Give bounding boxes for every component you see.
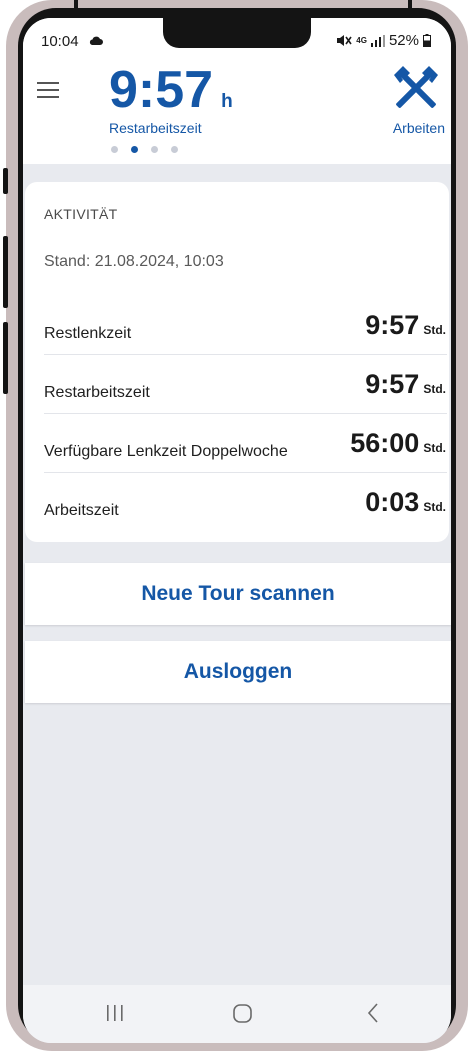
scan-tour-button[interactable]: Neue Tour scannen (25, 563, 451, 625)
page-dot[interactable] (171, 146, 178, 153)
row-value: 9:57 Std. (365, 369, 446, 400)
row-unit: Std. (423, 382, 446, 396)
row-label: Restarbeitszeit (44, 384, 150, 401)
side-button (3, 322, 8, 394)
recent-apps-icon (107, 1005, 123, 1021)
home-button[interactable] (222, 999, 262, 1027)
row-unit: Std. (423, 441, 446, 455)
row-value: 0:03 Std. (365, 487, 446, 518)
phone-screen: 10:04 4G 52% 9:57 h Restarbeitszeit Arbe… (23, 18, 451, 1043)
row-value: 56:00 Std. (350, 428, 446, 459)
page-indicator (111, 146, 178, 153)
cloud-icon (89, 36, 103, 45)
page-dot[interactable] (111, 146, 118, 153)
mute-icon (337, 35, 352, 46)
row-number: 0:03 (365, 487, 420, 517)
side-button (3, 168, 8, 194)
row-value: 9:57 Std. (365, 310, 446, 341)
system-nav-bar (23, 985, 451, 1043)
page-dot[interactable] (151, 146, 158, 153)
scan-tour-label: Neue Tour scannen (141, 582, 335, 605)
activity-row: Restlenkzeit 9:57 Std. (44, 296, 447, 355)
activity-row: Verfügbare Lenkzeit Doppelwoche 56:00 St… (44, 414, 447, 473)
remaining-time-label: Restarbeitszeit (109, 120, 202, 136)
remaining-time-display: 9:57 h (109, 60, 233, 120)
row-number: 9:57 (365, 369, 420, 399)
network-type: 4G (356, 35, 367, 45)
back-button[interactable] (353, 999, 393, 1027)
app-header: 9:57 h Restarbeitszeit Arbeiten (23, 60, 451, 164)
battery-percent: 52% (388, 32, 419, 49)
row-label: Verfügbare Lenkzeit Doppelwoche (44, 443, 288, 460)
row-label: Arbeitszeit (44, 502, 119, 519)
work-label: Arbeiten (392, 120, 445, 136)
recent-apps-button[interactable] (95, 999, 135, 1027)
activity-row: Restarbeitszeit 9:57 Std. (44, 355, 447, 414)
menu-icon[interactable] (37, 82, 59, 100)
side-button (3, 236, 8, 308)
row-label: Restlenkzeit (44, 325, 132, 342)
crossed-hammers-icon (394, 66, 438, 108)
home-icon (233, 1004, 252, 1023)
row-number: 56:00 (350, 428, 420, 458)
card-title: AKTIVITÄT (44, 206, 118, 222)
status-time: 10:04 (41, 33, 79, 50)
back-icon (367, 1003, 378, 1023)
row-number: 9:57 (365, 310, 420, 340)
activity-rows: Restlenkzeit 9:57 Std. Restarbeitszeit 9… (44, 296, 447, 531)
logout-button[interactable]: Ausloggen (25, 641, 451, 703)
activity-card: AKTIVITÄT Stand: 21.08.2024, 10:03 Restl… (25, 182, 449, 542)
activity-row: Arbeitszeit 0:03 Std. (44, 473, 447, 531)
row-unit: Std. (423, 323, 446, 337)
battery-icon (423, 34, 431, 47)
row-unit: Std. (423, 500, 446, 514)
work-button[interactable]: Arbeiten (377, 60, 447, 138)
logout-label: Ausloggen (183, 660, 293, 683)
remaining-time-value: 9:57 (109, 61, 214, 119)
stand-timestamp: Stand: 21.08.2024, 10:03 (44, 253, 224, 270)
camera-notch (163, 18, 311, 48)
signal-icon (370, 34, 385, 47)
page-dot-active[interactable] (131, 146, 138, 153)
remaining-time-unit: h (221, 91, 233, 112)
status-indicators: 4G 52% (336, 32, 431, 49)
